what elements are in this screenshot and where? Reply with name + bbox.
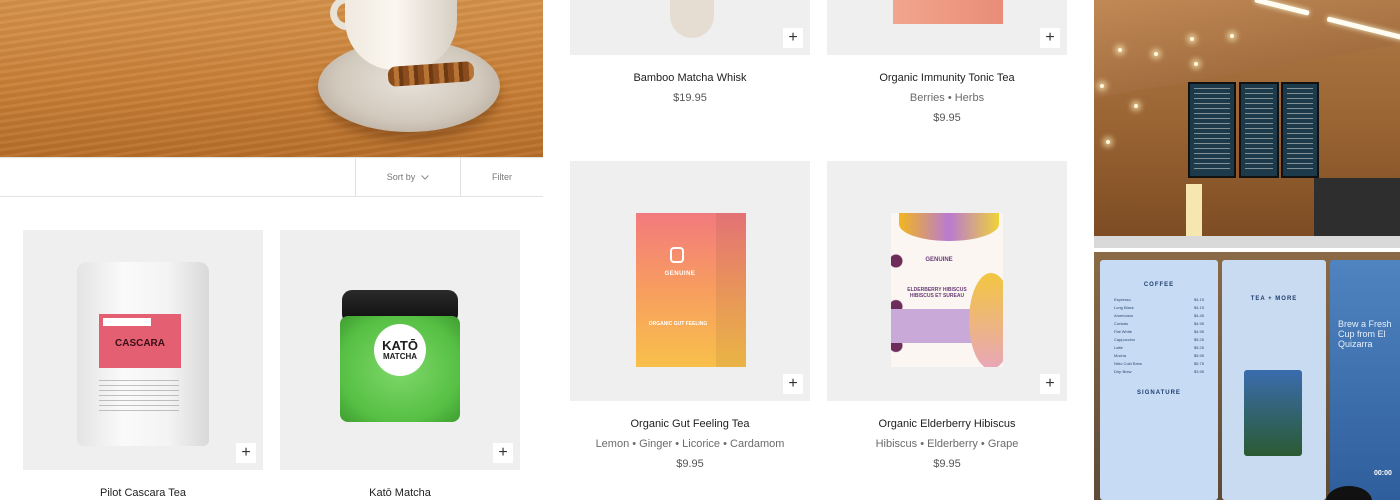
product-name[interactable]: Pilot Cascara Tea — [23, 487, 263, 499]
product-price: $9.95 — [676, 458, 704, 470]
product-name[interactable]: Bamboo Matcha Whisk — [570, 72, 810, 84]
product-name[interactable]: Organic Elderberry Hibiscus — [827, 418, 1067, 430]
product-name[interactable]: Organic Immunity Tonic Tea — [827, 72, 1067, 84]
matcha-jar-graphic: KATŌ MATCHA — [340, 290, 460, 422]
package-subtitle: MATCHA — [382, 351, 418, 361]
filter-button[interactable]: Filter — [461, 158, 543, 196]
add-to-cart-button[interactable]: + — [493, 443, 513, 463]
product-image[interactable]: KATŌ MATCHA — [280, 230, 520, 470]
plus-icon: + — [241, 444, 251, 461]
add-to-cart-button[interactable]: + — [236, 443, 256, 463]
menu-item: Nitro Cold Brew $5.75 — [1114, 361, 1204, 366]
menu-coffee-header: COFFEE — [1143, 282, 1175, 288]
plus-icon: + — [788, 29, 798, 46]
product-image[interactable]: CASCARA — [23, 230, 263, 470]
menu-item: Long Black $4.15 — [1114, 305, 1204, 310]
sort-filter-toolbar: Sort by Filter — [0, 157, 543, 197]
product-name[interactable]: Katō Matcha — [280, 487, 520, 499]
product-flavors: Berries • Herbs — [909, 92, 985, 104]
product-card-gut-feeling[interactable]: GENUINE ORGANIC GUT FEELING + Organic Gu… — [570, 161, 810, 481]
sort-label: Sort by — [386, 172, 416, 182]
plus-icon: + — [1045, 375, 1055, 392]
product-price: $9.95 — [933, 458, 961, 470]
plus-icon: + — [498, 444, 508, 461]
product-flavors: Lemon • Ginger • Licorice • Cardamom — [595, 438, 785, 450]
menu-coffee-list: Espresso $4.15 Long Black $4.15 Americano $4.… — [1114, 296, 1204, 376]
product-card-pilot-cascara[interactable]: CASCARA + Pilot Cascara Tea — [23, 230, 263, 500]
product-price: $19.95 — [673, 92, 707, 104]
menu-item: Mocha $5.95 — [1114, 353, 1204, 358]
add-to-cart-button[interactable]: + — [1040, 374, 1060, 394]
product-image[interactable] — [570, 0, 810, 55]
cafe-interior-photo — [1094, 0, 1400, 248]
menu-signature-header: SIGNATURE — [1137, 390, 1181, 396]
product-card-immunity-tonic[interactable]: + Organic Immunity Tonic Tea Berries • H… — [827, 0, 1067, 130]
product-card-bamboo-whisk[interactable]: + Bamboo Matcha Whisk $19.95 — [570, 0, 810, 110]
menu-item: Espresso $4.15 — [1114, 297, 1204, 302]
chevron-down-icon — [421, 174, 430, 180]
menu-item: Flat White $4.95 — [1114, 329, 1204, 334]
product-name[interactable]: Organic Gut Feeling Tea — [570, 418, 810, 430]
plus-icon: + — [788, 375, 798, 392]
menu-tea-header: TEA + MORE — [1250, 296, 1298, 302]
sort-button[interactable]: Sort by — [355, 158, 461, 196]
menu-item: Cappuccino $5.25 — [1114, 337, 1204, 342]
add-to-cart-button[interactable]: + — [1040, 28, 1060, 48]
package-title: CASCARA — [115, 338, 165, 349]
filter-label: Filter — [492, 172, 512, 182]
product-image[interactable]: GENUINE ORGANIC GUT FEELING — [570, 161, 810, 401]
package-brand: GENUINE — [664, 271, 696, 277]
product-card-kato-matcha[interactable]: KATŌ MATCHA + Katō Matcha — [280, 230, 520, 500]
product-image[interactable] — [827, 0, 1067, 55]
hero-image — [0, 0, 543, 157]
menu-item: Americano $4.45 — [1114, 313, 1204, 318]
menu-item: Latte $5.25 — [1114, 345, 1204, 350]
package-title: ELDERBERRY HIBISCUS HIBISCUS ET SUREAU — [907, 287, 967, 299]
product-card-elderberry-hibiscus[interactable]: GENUINE ELDERBERRY HIBISCUS HIBISCUS ET … — [827, 161, 1067, 481]
whisk-holder-graphic — [670, 0, 714, 38]
product-flavors: Hibiscus • Elderberry • Grape — [875, 438, 1019, 450]
plus-icon: + — [1045, 29, 1055, 46]
add-to-cart-button[interactable]: + — [783, 28, 803, 48]
package-title: ORGANIC GUT FEELING — [648, 321, 708, 327]
product-image[interactable]: GENUINE ELDERBERRY HIBISCUS HIBISCUS ET … — [827, 161, 1067, 401]
tea-box-graphic — [893, 0, 1003, 24]
menu-clock: 00:00 — [1374, 470, 1392, 477]
package-title: KATŌ — [382, 337, 418, 353]
menu-item: Cortado $4.95 — [1114, 321, 1204, 326]
menu-promo-text: Brew a Fresh Cup from El Quizarra — [1338, 319, 1392, 349]
tea-box-graphic: GENUINE ORGANIC GUT FEELING — [636, 213, 746, 367]
product-price: $9.95 — [933, 112, 961, 124]
menu-item: Drip Brew $3.95 — [1114, 369, 1204, 374]
coffee-bag-graphic: CASCARA — [77, 262, 209, 446]
menu-board-photo: COFFEE Espresso $4.15 Long Black $4.15 Ameri… — [1094, 252, 1400, 500]
add-to-cart-button[interactable]: + — [783, 374, 803, 394]
tea-box-graphic: GENUINE ELDERBERRY HIBISCUS HIBISCUS ET … — [891, 213, 1003, 367]
package-brand: GENUINE — [925, 257, 953, 263]
